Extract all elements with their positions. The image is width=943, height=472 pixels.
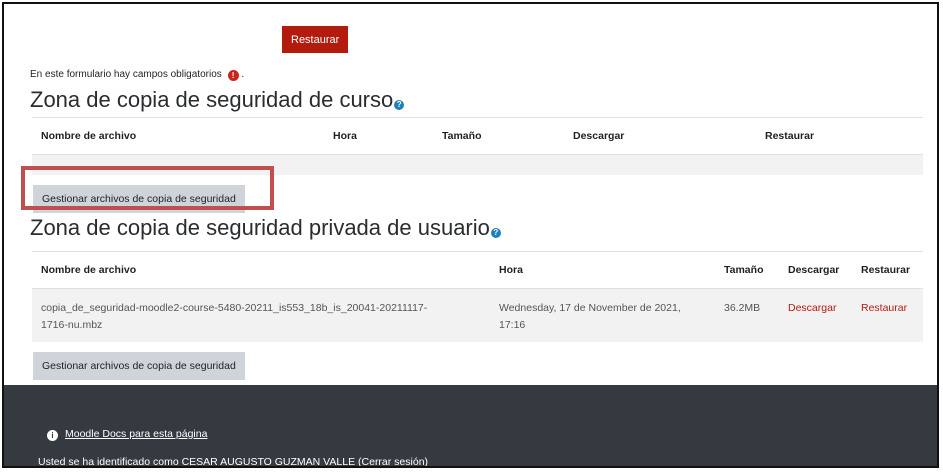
col-size: Tamaño: [442, 130, 482, 142]
logout-close-paren: ): [424, 456, 429, 468]
time-line2: 17:16: [499, 319, 526, 331]
required-fields-note: En este formulario hay campos obligatori…: [30, 69, 244, 81]
restore-button[interactable]: Restaurar: [282, 26, 349, 53]
logout-link[interactable]: Cerrar sesión: [362, 456, 425, 466]
download-link[interactable]: Descargar: [788, 300, 836, 317]
col-time: Hora: [333, 130, 357, 142]
col-restore: Restaurar: [861, 264, 911, 276]
table-header: Nombre de archivo Hora Tamaño Descargar …: [32, 251, 923, 289]
col-filename: Nombre de archivo: [41, 130, 137, 142]
course-zone-title: Zona de copia de seguridad de curso?: [30, 87, 405, 113]
time-cell: Wednesday, 17 de November de 2021, 17:16: [499, 300, 681, 334]
user-zone-title: Zona de copia de seguridad privada de us…: [30, 215, 501, 241]
docs-line: i Moodle Docs para esta página: [47, 428, 207, 441]
col-download: Descargar: [573, 130, 625, 142]
col-filename: Nombre de archivo: [41, 264, 137, 276]
required-icon: !: [227, 70, 239, 81]
page-footer: i Moodle Docs para esta página Usted se h…: [4, 385, 937, 468]
highlight-box: [21, 166, 274, 210]
col-restore: Restaurar: [765, 130, 815, 142]
identified-text: Usted se ha identificado como: [38, 456, 179, 468]
restore-link[interactable]: Restaurar: [861, 300, 907, 317]
time-line1: Wednesday, 17 de November de 2021,: [499, 302, 681, 314]
required-note-text: En este formulario hay campos obligatori…: [30, 69, 222, 80]
table-row: copia_de_seguridad-moodle2-course-5480-2…: [32, 289, 923, 342]
required-note-suffix: .: [241, 69, 245, 80]
file-name-line1: copia_de_seguridad-moodle2-course-5480-2…: [41, 302, 428, 314]
file-name-cell: copia_de_seguridad-moodle2-course-5480-2…: [41, 300, 427, 334]
docs-link[interactable]: Moodle Docs para esta página: [65, 428, 207, 440]
help-icon[interactable]: ?: [394, 100, 405, 110]
user-profile-link[interactable]: CESAR AUGUSTO GUZMAN VALLE: [182, 456, 356, 466]
help-icon[interactable]: ?: [490, 228, 501, 238]
col-time: Hora: [499, 264, 523, 276]
manage-user-backups-button[interactable]: Gestionar archivos de copia de seguridad: [33, 352, 245, 380]
login-info: Usted se ha identificado como CESAR AUGU…: [38, 456, 429, 468]
size-cell: 36.2MB: [724, 302, 761, 314]
course-zone-title-text: Zona de copia de seguridad de curso: [30, 87, 394, 112]
info-icon: i: [47, 430, 58, 441]
col-download: Descargar: [788, 264, 840, 276]
user-zone-title-text: Zona de copia de seguridad privada de us…: [30, 215, 490, 240]
col-size: Tamaño: [724, 264, 764, 276]
page-frame: Restaurar En este formulario hay campos …: [2, 2, 939, 468]
file-name-line2: 1716-nu.mbz: [41, 319, 103, 331]
user-backup-table: Nombre de archivo Hora Tamaño Descargar …: [32, 251, 923, 342]
table-header: Nombre de archivo Hora Tamaño Descargar …: [32, 117, 923, 155]
